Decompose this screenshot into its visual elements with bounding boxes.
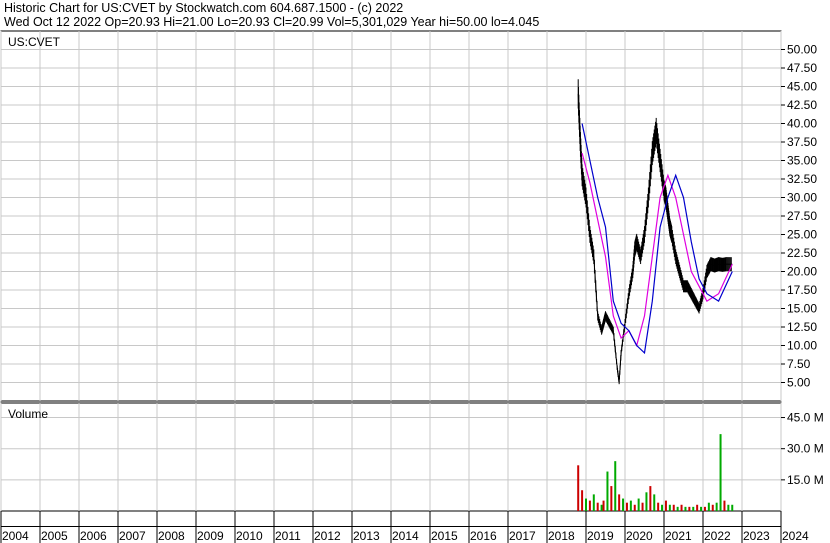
price-tick-label: 47.50 (787, 61, 817, 75)
year-tick-label: 2008 (158, 529, 185, 543)
year-tick-label: 2005 (41, 529, 68, 543)
price-tick-label: 35.00 (787, 154, 817, 168)
price-tick-label: 42.50 (787, 98, 817, 112)
volume-tick-label: 45.0 M (787, 411, 824, 425)
year-tick-label: 2013 (353, 529, 380, 543)
price-tick-label: 5.00 (787, 376, 811, 390)
price-tick-label: 10.00 (787, 339, 817, 353)
year-tick-label: 2015 (431, 529, 458, 543)
price-tick-label: 37.50 (787, 135, 817, 149)
year-tick-label: 2019 (587, 529, 614, 543)
price-tick-label: 25.00 (787, 228, 817, 242)
stock-chart: 50.00 47.50 45.00 42.50 40.00 37.50 35.00 32.50… (0, 30, 824, 543)
price-tick-label: 30.00 (787, 191, 817, 205)
price-tick-label: 7.50 (787, 357, 811, 371)
volume-tick-label: 30.0 M (787, 442, 824, 456)
year-tick-label: 2004 (2, 529, 29, 543)
year-tick-label: 2018 (548, 529, 575, 543)
year-tick-label: 2024 (782, 529, 809, 543)
price-tick-label: 12.50 (787, 320, 817, 334)
year-tick-label: 2023 (743, 529, 770, 543)
price-panel-label: US:CVET (8, 35, 61, 49)
year-tick-label: 2017 (509, 529, 536, 543)
volume-tick-label: 15.0 M (787, 473, 824, 487)
year-tick-label: 2011 (275, 529, 301, 543)
price-tick-label: 45.00 (787, 80, 817, 94)
price-tick-label: 20.00 (787, 265, 817, 279)
year-tick-label: 2020 (626, 529, 653, 543)
price-tick-label: 40.00 (787, 117, 817, 131)
year-tick-label: 2009 (197, 529, 224, 543)
price-tick-label: 22.50 (787, 246, 817, 260)
year-tick-label: 2006 (80, 529, 107, 543)
price-tick-label: 32.50 (787, 172, 817, 186)
price-tick-label: 15.00 (787, 302, 817, 316)
year-tick-label: 2022 (704, 529, 731, 543)
year-tick-label: 2021 (665, 529, 692, 543)
price-tick-label: 50.00 (787, 43, 817, 57)
volume-panel-title: Volume (8, 407, 48, 421)
year-tick-label: 2016 (470, 529, 497, 543)
year-tick-label: 2014 (392, 529, 419, 543)
price-tick-label: 17.50 (787, 283, 817, 297)
price-tick-label: 27.50 (787, 209, 817, 223)
year-tick-label: 2007 (119, 529, 146, 543)
year-tick-label: 2010 (236, 529, 263, 543)
year-tick-label: 2012 (314, 529, 341, 543)
